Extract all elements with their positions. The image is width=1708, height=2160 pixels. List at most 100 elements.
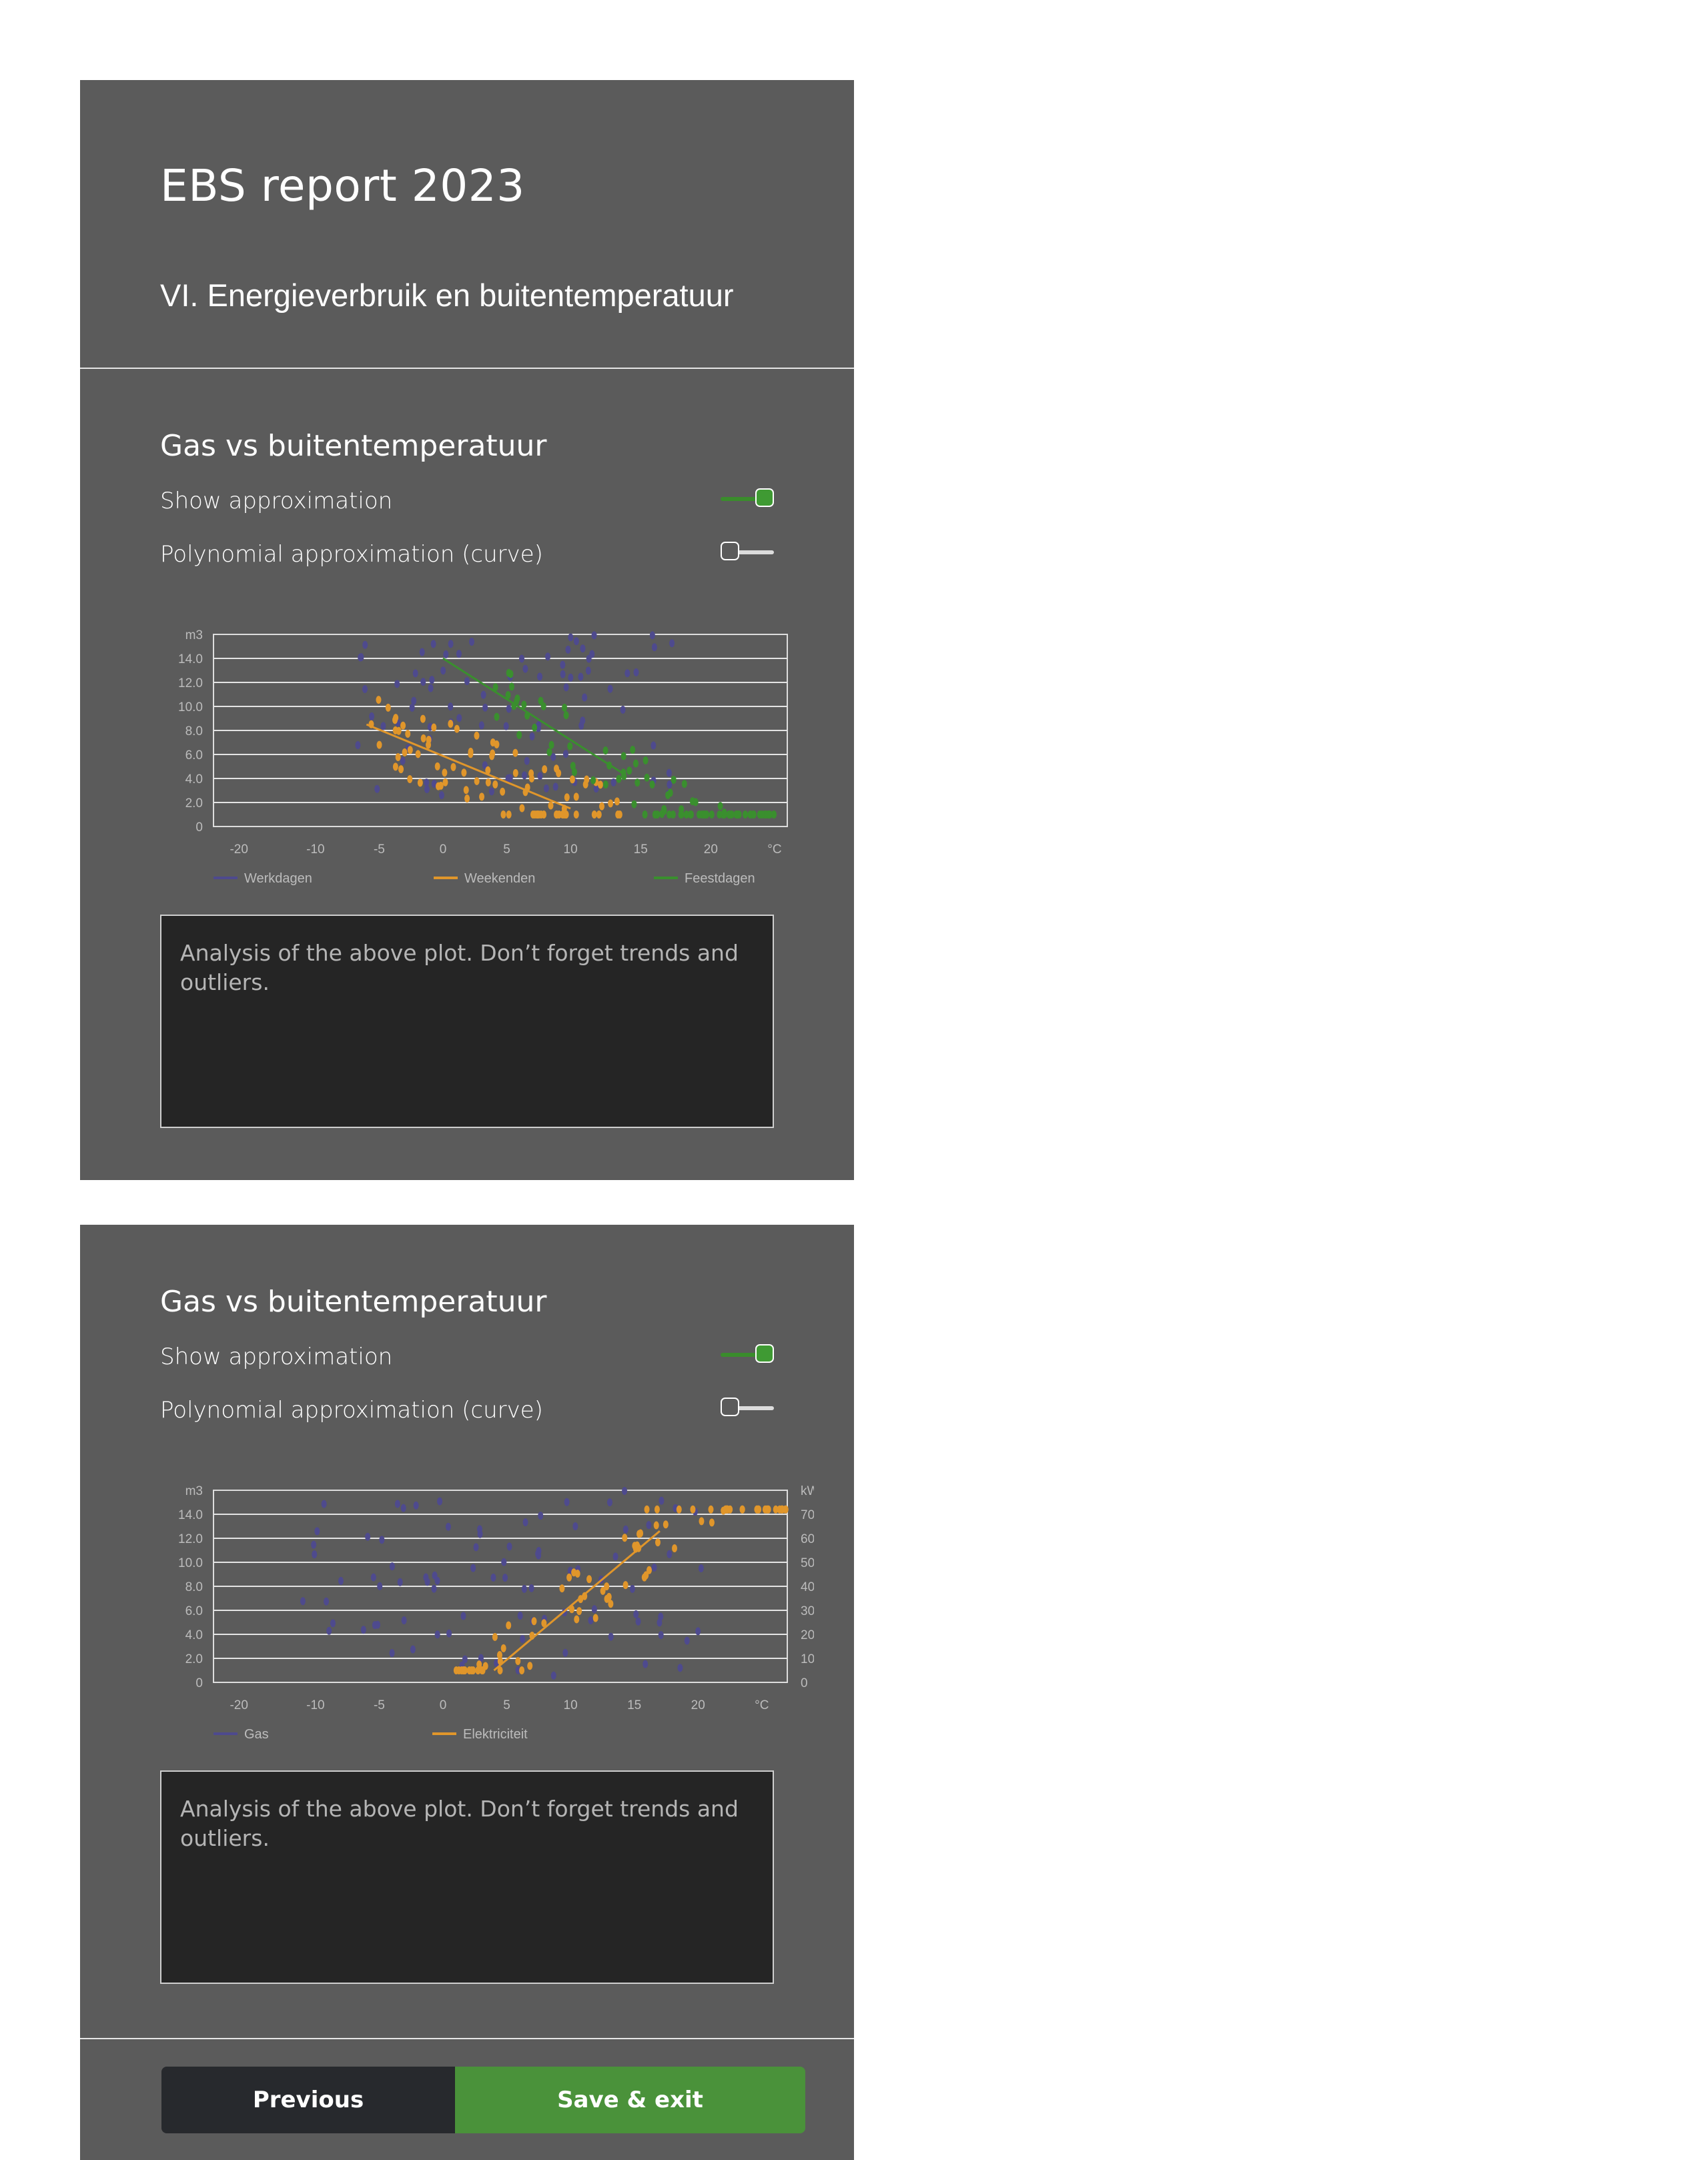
data-point xyxy=(392,716,398,724)
data-point xyxy=(684,1636,690,1645)
data-point xyxy=(629,1584,635,1593)
data-point xyxy=(370,1573,376,1582)
data-point xyxy=(506,1542,512,1551)
data-point xyxy=(460,1612,466,1620)
show-approximation-toggle[interactable] xyxy=(721,488,774,510)
data-point xyxy=(564,1498,570,1506)
data-point xyxy=(631,800,637,808)
data-point xyxy=(453,1666,459,1674)
data-point xyxy=(556,769,562,778)
data-point xyxy=(535,1550,541,1558)
data-point xyxy=(699,1517,705,1526)
y2-tick-label: 500 xyxy=(801,1556,814,1570)
toggle-track xyxy=(735,550,774,554)
data-point xyxy=(615,811,621,819)
data-point xyxy=(365,1532,371,1541)
data-point xyxy=(440,666,446,675)
data-point xyxy=(300,1597,306,1606)
y2-tick-label: 700 xyxy=(801,1508,814,1522)
data-point xyxy=(552,782,558,791)
data-point xyxy=(563,711,569,720)
save-exit-button[interactable]: Save & exit xyxy=(455,2067,805,2133)
data-point xyxy=(448,720,454,728)
toggle-knob[interactable] xyxy=(721,1398,739,1416)
toggle-knob[interactable] xyxy=(755,1344,774,1363)
x-tick-label: -5 xyxy=(374,843,385,857)
data-point xyxy=(506,668,512,677)
data-point xyxy=(426,735,432,744)
data-point xyxy=(572,1522,578,1531)
data-point xyxy=(397,1578,403,1586)
data-point xyxy=(574,1615,580,1624)
data-point xyxy=(777,1505,783,1514)
x-tick-label: -10 xyxy=(306,1698,324,1712)
show-approximation-toggle[interactable] xyxy=(721,1344,774,1366)
polynomial-approximation-toggle[interactable] xyxy=(721,1398,774,1419)
data-point xyxy=(709,1518,715,1527)
x-tick-label: 5 xyxy=(503,843,510,857)
data-point xyxy=(324,1597,330,1606)
data-point xyxy=(532,723,538,732)
toggle-track xyxy=(735,1406,774,1410)
data-point xyxy=(765,1505,771,1514)
data-point xyxy=(420,734,426,742)
data-point xyxy=(379,1536,385,1544)
data-point xyxy=(412,669,418,678)
data-point xyxy=(708,1505,714,1514)
data-point xyxy=(725,1505,731,1514)
data-point xyxy=(430,640,436,648)
data-point xyxy=(643,1660,649,1668)
data-point xyxy=(534,811,540,819)
data-point xyxy=(622,1487,628,1496)
data-point xyxy=(666,768,672,777)
data-point xyxy=(585,666,591,675)
data-point xyxy=(400,756,406,765)
polynomial-approximation-toggle[interactable] xyxy=(721,542,774,563)
x-tick-label: 20 xyxy=(704,843,718,857)
y2-tick-label: 0 xyxy=(801,1676,808,1690)
data-point xyxy=(751,811,757,819)
data-point xyxy=(500,811,506,819)
data-point xyxy=(560,670,566,678)
toggle-knob[interactable] xyxy=(721,542,739,560)
data-point xyxy=(543,784,549,792)
data-point xyxy=(568,633,574,642)
chart-svg: 0 2.0 4.0 6.0 8.0 10.0 12.0 14.0 m3 -20 -10 -5 0 5 10 1… xyxy=(178,628,788,886)
data-point xyxy=(695,1627,701,1636)
legend-label: Elektriciteit xyxy=(463,1727,528,1742)
data-point xyxy=(461,768,467,777)
data-point xyxy=(470,1564,476,1572)
data-point xyxy=(606,1498,612,1507)
data-point xyxy=(783,1505,789,1514)
data-point xyxy=(494,712,500,721)
data-point xyxy=(502,1574,508,1582)
data-point xyxy=(503,722,509,730)
data-point xyxy=(528,1584,534,1592)
y-tick-label: 2.0 xyxy=(185,796,203,811)
show-approximation-label: Show approximation xyxy=(160,488,393,514)
data-point xyxy=(566,1573,572,1582)
data-point xyxy=(654,1505,660,1514)
data-point xyxy=(591,811,597,819)
data-point xyxy=(488,787,494,796)
previous-button[interactable]: Previous xyxy=(161,2067,455,2133)
data-point xyxy=(709,811,715,819)
data-point xyxy=(462,1655,468,1664)
data-point xyxy=(658,1631,664,1640)
data-point xyxy=(506,704,512,713)
data-point xyxy=(689,811,695,819)
y-tick-label: 14.0 xyxy=(178,652,203,666)
data-point xyxy=(330,1619,336,1628)
data-point xyxy=(478,721,484,730)
analysis-textarea[interactable] xyxy=(160,915,774,1128)
data-point xyxy=(591,1605,597,1614)
x-tick-label: 0 xyxy=(440,843,447,857)
data-point xyxy=(531,1617,537,1626)
toggle-knob[interactable] xyxy=(755,488,774,507)
data-point xyxy=(407,774,413,783)
data-point xyxy=(485,778,491,786)
data-point xyxy=(743,811,749,819)
analysis-textarea[interactable] xyxy=(160,1770,774,1984)
data-point xyxy=(612,1552,618,1561)
data-point xyxy=(398,765,404,774)
